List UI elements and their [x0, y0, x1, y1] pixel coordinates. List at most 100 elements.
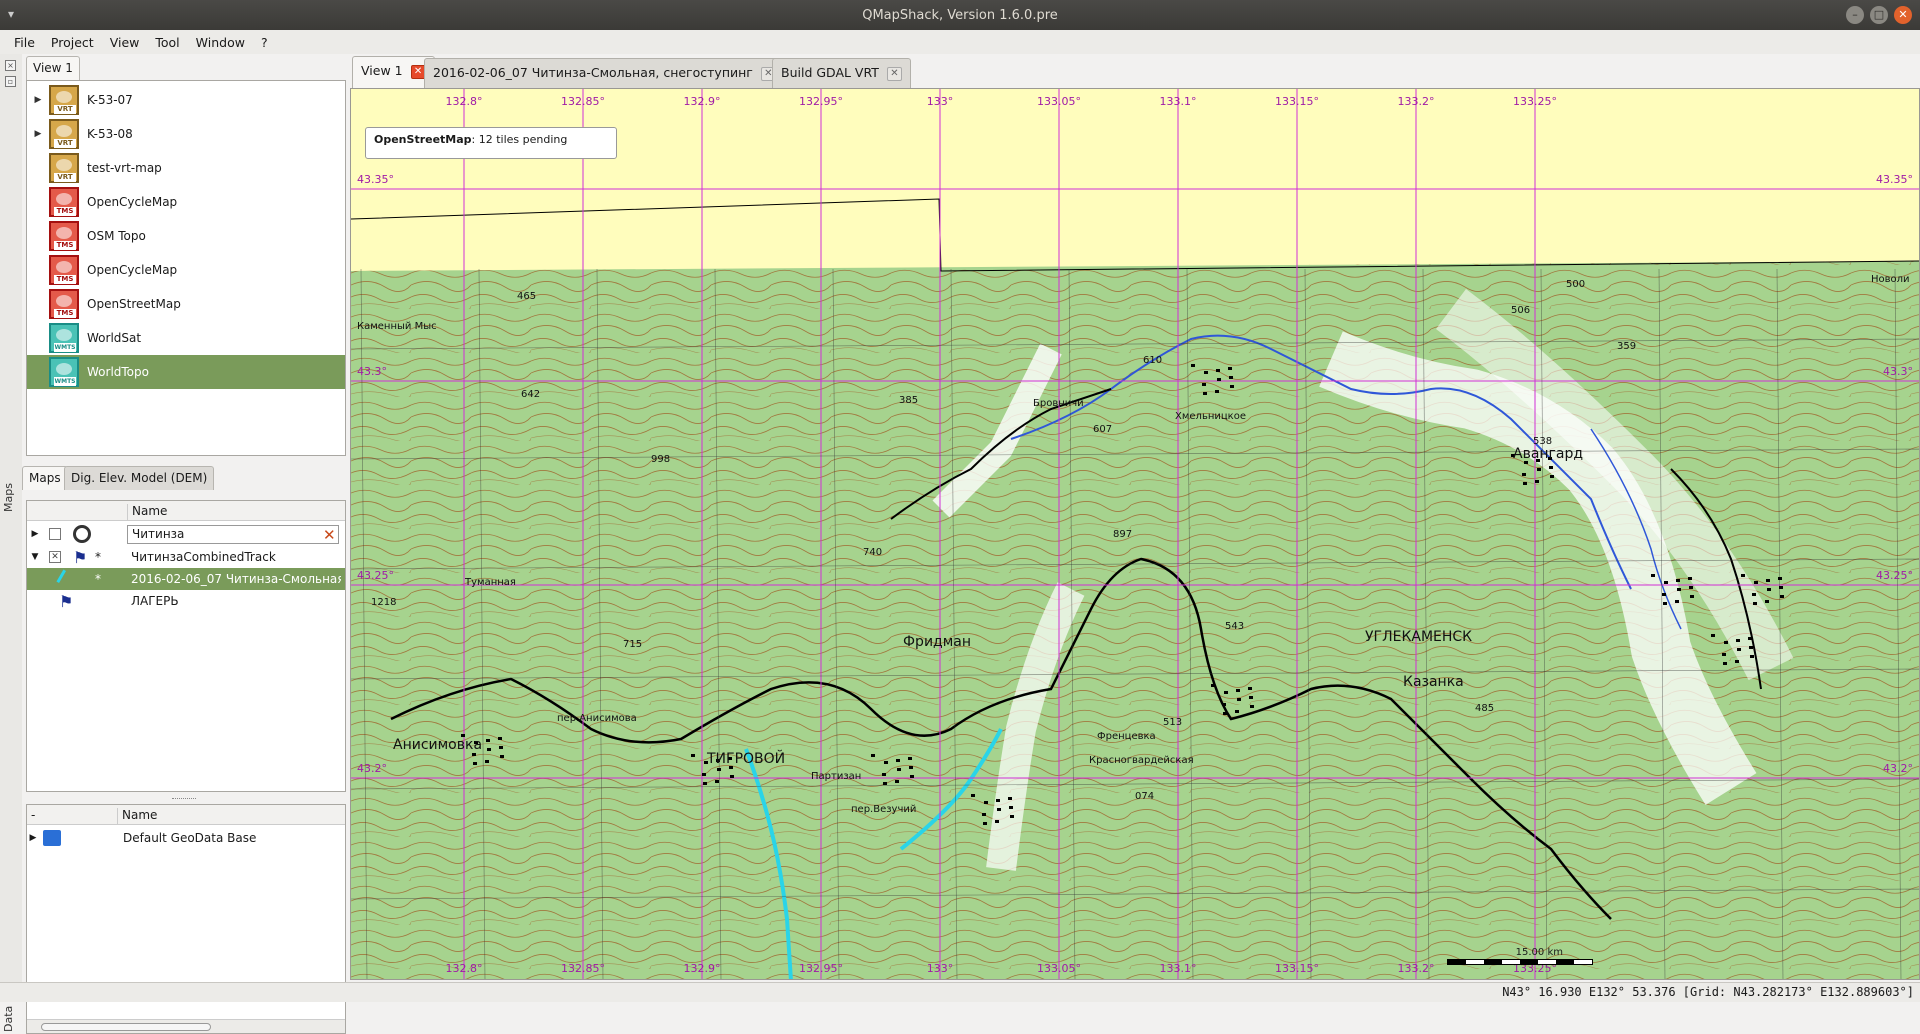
tab-build-gdal-vrt[interactable]: Build GDAL VRT ✕: [772, 58, 911, 88]
dock-close-icon[interactable]: ×: [5, 60, 16, 71]
building-marker: [702, 773, 706, 776]
project-checkbox-checked[interactable]: ✕: [49, 551, 61, 563]
maximize-icon[interactable]: □: [1870, 6, 1888, 24]
building-marker: [995, 820, 999, 823]
building-marker: [473, 762, 477, 765]
building-marker: [983, 822, 987, 825]
place-label: Френцевка: [1097, 731, 1156, 742]
vrt-map-icon: VRT: [49, 85, 79, 115]
map-item-openstreetmap[interactable]: TMS OpenStreetMap: [27, 287, 345, 321]
map-item-test-vrt-map[interactable]: VRT test-vrt-map: [27, 151, 345, 185]
status-bar: N43° 16.930 E132° 53.376 [Grid: N43.2821…: [0, 982, 1920, 1002]
close-icon[interactable]: ✕: [1894, 6, 1912, 24]
db-name-column-header[interactable]: Name: [117, 808, 157, 824]
building-marker: [895, 780, 899, 783]
map-item-k-53-07[interactable]: ▶ VRT K-53-07: [27, 83, 345, 117]
map-item-worldsat[interactable]: WMTS WorldSat: [27, 321, 345, 355]
map-item-label: WorldSat: [87, 331, 142, 345]
horizontal-scrollbar[interactable]: [27, 1019, 345, 1033]
building-marker: [472, 753, 476, 756]
project-row[interactable]: ▶ Читинза ✕: [27, 523, 345, 545]
menu-view[interactable]: View: [102, 35, 148, 50]
scrollbar-thumb[interactable]: [41, 1023, 211, 1031]
place-label: Хмельницкое: [1175, 411, 1246, 422]
building-marker: [1662, 593, 1666, 596]
map-item-label: test-vrt-map: [87, 161, 162, 175]
building-marker: [1752, 593, 1756, 596]
longitude-label: 133.15°: [1275, 95, 1319, 108]
building-marker: [910, 775, 914, 778]
map-item-opencyclemap[interactable]: TMS OpenCycleMap: [27, 253, 345, 287]
longitude-label: 133.05°: [1037, 95, 1081, 108]
building-marker: [882, 773, 886, 776]
building-marker: [1204, 371, 1208, 374]
db-expand-arrow-icon[interactable]: ▶: [27, 833, 39, 843]
unsaved-marker: *: [95, 550, 101, 564]
menu-help[interactable]: ?: [253, 35, 276, 50]
place-label: 385: [899, 395, 919, 406]
building-marker: [1228, 367, 1232, 370]
building-marker: [1677, 588, 1681, 591]
expand-arrow-icon[interactable]: ▶: [27, 95, 49, 105]
place-label: Новоли: [1871, 274, 1910, 285]
longitude-label: 132.8°: [445, 95, 483, 108]
dash-column-header[interactable]: -: [31, 808, 35, 822]
map-svg[interactable]: [351, 89, 1920, 980]
tab-close-icon[interactable]: ✕: [886, 66, 902, 81]
tab-view-1-maps[interactable]: View 1: [26, 56, 80, 80]
tab-dem[interactable]: Dig. Elev. Model (DEM): [64, 466, 215, 490]
menu-bar: File Project View Tool Window ?: [0, 30, 1920, 54]
building-marker: [1249, 696, 1253, 699]
map-canvas[interactable]: Каменный Мыс 465 642 998 385 Бровничи Хмельниц…: [350, 88, 1920, 980]
project-checkbox[interactable]: [49, 528, 61, 540]
menu-tool[interactable]: Tool: [147, 35, 187, 50]
vrt-map-icon: VRT: [49, 153, 79, 183]
menu-file[interactable]: File: [6, 35, 43, 50]
dock-float-icon[interactable]: ▫: [5, 76, 16, 87]
database-row[interactable]: ▶ Default GeoData Base: [27, 827, 345, 849]
building-marker: [1778, 577, 1782, 580]
loading-status-text: : 12 tiles pending: [471, 133, 568, 146]
tab-track-details[interactable]: 2016-02-06_07 Читинза-Смольная, снегосту…: [424, 58, 785, 88]
place-label: пер.Анисимова: [557, 713, 637, 724]
project-filter-input[interactable]: Читинза: [127, 525, 339, 544]
track-row[interactable]: * 2016-02-06_07 Читинза-Смольная,...: [27, 568, 345, 590]
longitude-label: 133°: [926, 95, 954, 108]
tms-map-icon: TMS: [49, 255, 79, 285]
building-marker: [908, 757, 912, 760]
map-item-osm-topo[interactable]: TMS OSM Topo: [27, 219, 345, 253]
clear-filter-icon[interactable]: ✕: [323, 526, 336, 544]
loading-map-name: OpenStreetMap: [374, 133, 472, 146]
window-menu-icon[interactable]: ▾: [8, 7, 26, 21]
minimize-icon[interactable]: –: [1846, 6, 1864, 24]
name-column-header[interactable]: Name: [127, 504, 167, 520]
building-marker: [1217, 378, 1221, 381]
building-marker: [485, 760, 489, 763]
tab-maps[interactable]: Maps: [22, 466, 68, 490]
longitude-label: 133.05°: [1037, 962, 1081, 975]
place-label: 1218: [371, 597, 397, 608]
menu-project[interactable]: Project: [43, 35, 102, 50]
place-label: Туманная: [465, 577, 516, 588]
place-label: 998: [651, 454, 671, 465]
tab-view-1[interactable]: View 1 ✕: [352, 56, 435, 88]
building-marker: [1191, 364, 1195, 367]
building-marker: [897, 768, 901, 771]
project-row-combined[interactable]: ▼ ✕ ⚑ * ЧитинзаCombinedTrack: [27, 546, 345, 568]
expand-arrow-icon[interactable]: ▶: [27, 129, 49, 139]
splitter-handle[interactable]: [172, 798, 196, 801]
map-item-worldtopo[interactable]: WMTS WorldTopo: [27, 355, 345, 389]
waypoint-row[interactable]: ⚑ ЛАГЕРЬ: [27, 590, 345, 612]
expand-arrow-icon[interactable]: ▶: [27, 529, 43, 539]
database-icon: [43, 830, 61, 846]
building-marker: [1737, 648, 1741, 651]
map-item-k-53-08[interactable]: ▶ VRT K-53-08: [27, 117, 345, 151]
building-marker: [1651, 574, 1655, 577]
map-item-opencyclemap[interactable]: TMS OpenCycleMap: [27, 185, 345, 219]
collapse-arrow-icon[interactable]: ▼: [27, 552, 43, 562]
building-marker: [1009, 806, 1013, 809]
tms-map-icon: TMS: [49, 187, 79, 217]
building-marker: [1224, 691, 1228, 694]
building-marker: [1237, 698, 1241, 701]
menu-window[interactable]: Window: [188, 35, 253, 50]
